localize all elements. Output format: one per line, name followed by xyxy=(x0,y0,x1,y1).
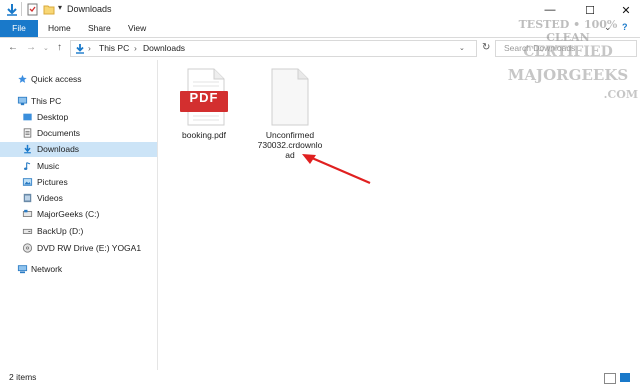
sidebar-item-documents[interactable]: Documents xyxy=(0,126,157,141)
sidebar-item-label: Documents xyxy=(37,128,80,138)
item-count: 2 items xyxy=(9,372,37,382)
navigation-pane: Quick access This PC Desktop Documents D… xyxy=(0,60,158,370)
dvd-icon xyxy=(22,243,33,253)
watermark-line: MAJORGEEKS xyxy=(507,66,629,84)
breadcrumb-this-pc[interactable]: This PC xyxy=(99,43,129,53)
tab-view[interactable]: View xyxy=(128,20,146,37)
sidebar-item-label: Downloads xyxy=(37,144,80,154)
sidebar-item-label: BackUp (D:) xyxy=(37,226,84,236)
sidebar-item-label: Network xyxy=(31,264,63,274)
sidebar-item-label: Music xyxy=(37,161,60,171)
star-icon xyxy=(18,74,27,83)
download-arrow-icon[interactable] xyxy=(6,3,18,16)
tab-file[interactable]: File xyxy=(0,20,38,37)
red-arrow-annotation xyxy=(302,154,371,185)
properties-icon[interactable] xyxy=(27,3,38,16)
tab-home[interactable]: Home xyxy=(48,20,71,37)
sidebar-item-label: Quick access xyxy=(31,74,82,84)
sidebar-item-backup-d[interactable]: BackUp (D:) xyxy=(0,224,157,239)
minimize-button[interactable]: — xyxy=(532,0,568,20)
music-icon xyxy=(24,162,31,170)
details-view-icon[interactable] xyxy=(604,373,616,384)
drive-icon xyxy=(22,209,33,217)
divider xyxy=(21,2,22,16)
blank-file-icon xyxy=(271,68,309,126)
forward-arrow-icon[interactable]: → xyxy=(26,42,36,53)
sidebar-item-label: Desktop xyxy=(37,112,69,122)
large-icons-view-icon[interactable] xyxy=(620,373,630,382)
window-title: Downloads xyxy=(67,4,112,14)
watermark-line: TESTED • 100% CLEAN xyxy=(518,18,618,44)
status-bar: 2 items xyxy=(0,370,640,386)
sidebar-item-music[interactable]: Music xyxy=(0,159,157,174)
videos-icon xyxy=(23,193,32,203)
sidebar-item-label: MajorGeeks (C:) xyxy=(37,209,100,219)
file-name-line: 730032.crdownlo xyxy=(257,140,323,150)
file-item-crdownload[interactable]: Unconfirmed 730032.crdownlo ad xyxy=(250,68,330,160)
sidebar-item-this-pc[interactable]: This PC xyxy=(0,94,157,109)
download-folder-icon xyxy=(76,44,84,54)
network-icon xyxy=(17,265,28,274)
up-arrow-icon[interactable]: ↑ xyxy=(57,42,62,53)
pdf-badge: PDF xyxy=(189,90,219,105)
computer-icon xyxy=(17,96,28,106)
download-icon xyxy=(24,144,31,154)
watermark-line: .COM xyxy=(603,88,638,101)
pictures-icon xyxy=(22,178,33,186)
sidebar-item-videos[interactable]: Videos xyxy=(0,191,157,206)
documents-icon xyxy=(23,128,32,138)
sidebar-item-label: DVD RW Drive (E:) YOGA1 xyxy=(37,243,142,253)
breadcrumb-separator-icon: › xyxy=(88,43,91,53)
maximize-button[interactable]: ☐ xyxy=(572,0,608,20)
close-button[interactable]: ✕ xyxy=(608,0,640,20)
watermark-line: CERTIFIED xyxy=(523,44,613,60)
file-name: booking.pdf xyxy=(182,130,226,140)
sidebar-item-majorgeeks-c[interactable]: MajorGeeks (C:) xyxy=(0,207,157,222)
sidebar-item-network[interactable]: Network xyxy=(0,262,157,277)
sidebar-item-label: Videos xyxy=(37,193,63,203)
title-bar: ▾ Downloads — ☐ ✕ xyxy=(0,0,640,20)
back-arrow-icon[interactable]: ← xyxy=(8,42,18,53)
refresh-icon[interactable]: ↻ xyxy=(482,42,490,53)
breadcrumb-separator-icon: › xyxy=(134,43,137,53)
sidebar-item-quick-access[interactable]: Quick access xyxy=(0,72,157,87)
address-bar[interactable]: › This PC › Downloads ⌄ xyxy=(70,40,477,57)
recent-locations-icon[interactable]: ⌄ xyxy=(43,44,49,52)
sidebar-item-downloads[interactable]: Downloads xyxy=(0,142,157,157)
file-item-booking-pdf[interactable]: PDF booking.pdf xyxy=(174,68,234,140)
sidebar-item-desktop[interactable]: Desktop xyxy=(0,110,157,125)
desktop-folder-icon xyxy=(23,113,32,121)
address-dropdown-icon[interactable]: ⌄ xyxy=(459,44,465,52)
sidebar-item-label: Pictures xyxy=(37,177,68,187)
file-name-line: Unconfirmed xyxy=(265,130,315,140)
drive-icon xyxy=(22,228,33,234)
breadcrumb-downloads[interactable]: Downloads xyxy=(143,43,185,53)
customize-toolbar-icon[interactable]: ▾ xyxy=(58,3,62,12)
sidebar-item-pictures[interactable]: Pictures xyxy=(0,175,157,190)
sidebar-item-label: This PC xyxy=(31,96,62,106)
sidebar-item-dvd-drive[interactable]: DVD RW Drive (E:) YOGA1 xyxy=(0,241,157,256)
majorgeeks-watermark: TESTED • 100% CLEAN CERTIFIED MAJORGEEKS… xyxy=(496,18,640,114)
tab-share[interactable]: Share xyxy=(88,20,111,37)
new-folder-icon[interactable] xyxy=(43,3,55,15)
